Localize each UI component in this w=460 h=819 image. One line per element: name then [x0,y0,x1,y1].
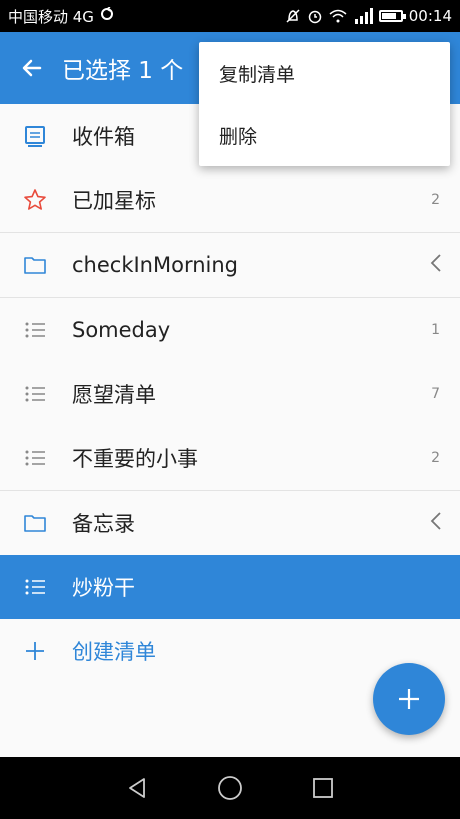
list-item-count: 7 [431,386,440,402]
list-item-count: 1 [431,322,440,338]
inbox-icon [22,123,48,149]
list-icon [22,317,48,343]
sync-icon [100,6,114,25]
folder-item-memo[interactable]: 备忘录 [0,491,460,555]
alarm-icon [307,8,323,24]
carrier-text: 中国移动 4G [8,7,94,26]
list-item-someday[interactable]: Someday 1 [0,298,460,362]
overflow-menu: 复制清单 删除 [199,42,450,166]
signal-icon [353,8,373,24]
selection-title: 已选择 1 个 [62,58,184,84]
mute-icon [285,8,301,24]
list-item-wishlist[interactable]: 愿望清单 7 [0,362,460,426]
menu-item-delete[interactable]: 删除 [199,104,450,166]
star-icon [22,187,48,213]
create-list-label: 创建清单 [72,640,156,664]
list-item-selected[interactable]: 炒粉干 [0,555,460,619]
nav-back-button[interactable] [117,768,157,808]
wifi-icon [329,9,347,23]
list-icon [22,381,48,407]
list-item-count: 2 [431,192,440,208]
list-item-count: 2 [431,450,440,466]
list-item-minor-tasks[interactable]: 不重要的小事 2 [0,426,460,490]
nav-recents-button[interactable] [303,768,343,808]
list-panel: 收件箱 已加星标 2 checkInMorning Someday 1 愿望清单… [0,104,460,683]
list-item-label: 愿望清单 [72,383,156,407]
plus-icon [399,689,419,709]
list-item-label: 收件箱 [72,125,135,149]
add-fab-button[interactable] [373,663,445,735]
list-item-label: 备忘录 [72,512,135,536]
status-bar: 中国移动 4G 00:14 [0,0,460,32]
plus-icon [22,638,48,664]
square-recents-icon [313,778,334,798]
circle-home-icon [218,776,242,800]
list-item-label: 不重要的小事 [72,447,198,471]
list-item-label: checkInMorning [72,253,239,277]
list-item-label: 炒粉干 [72,576,135,600]
back-arrow-icon[interactable] [16,52,48,84]
system-nav-bar [0,757,460,819]
list-icon [22,445,48,471]
list-item-label: Someday [72,318,171,342]
list-item-starred[interactable]: 已加星标 2 [0,168,460,232]
triangle-back-icon [128,778,145,798]
folder-item-checkinmorning[interactable]: checkInMorning [0,233,460,297]
chevron-left-icon[interactable] [430,253,442,277]
folder-icon [22,510,48,536]
chevron-left-icon[interactable] [430,511,442,535]
nav-home-button[interactable] [210,768,250,808]
battery-icon [378,10,406,22]
menu-item-copy-list[interactable]: 复制清单 [199,42,450,104]
folder-icon [22,252,48,278]
list-icon [22,574,48,600]
list-item-label: 已加星标 [72,189,156,213]
clock-text: 00:14 [408,7,452,25]
